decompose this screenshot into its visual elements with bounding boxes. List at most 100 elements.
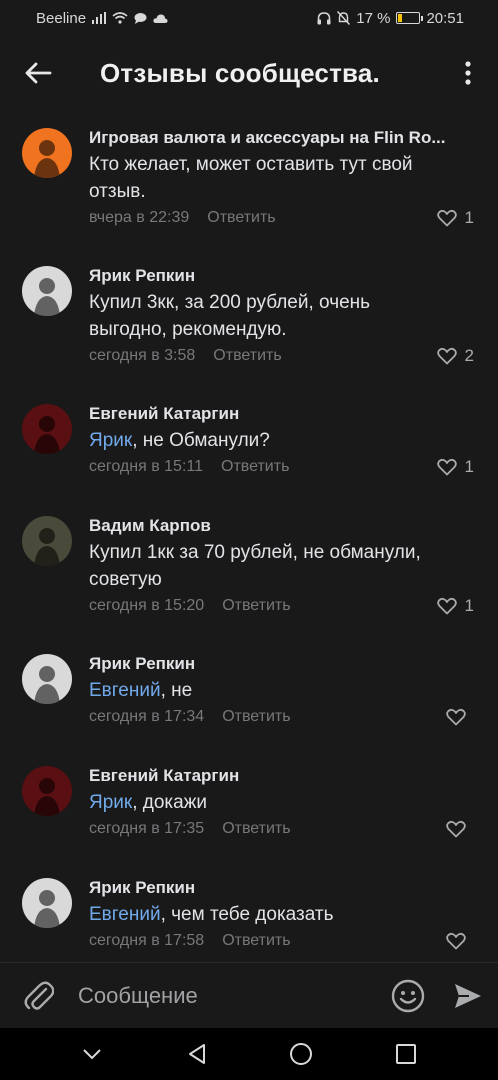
carrier-label: Beeline [36,9,87,27]
comment-timestamp: сегодня в 15:20 [89,597,205,614]
message-input[interactable] [78,982,378,1009]
comment-author[interactable]: Ярик Репкин [89,654,474,674]
app-header: Отзывы сообщества. [0,40,498,106]
reply-button[interactable]: Ответить [222,708,290,726]
system-nav-bar [0,1028,498,1080]
back-button[interactable] [0,40,76,106]
attach-button[interactable] [0,963,78,1029]
avatar[interactable] [22,766,72,816]
comment-text-content: , не [160,680,193,701]
comment-timestamp: сегодня в 17:58 [89,932,205,949]
like-button[interactable]: 2 [436,346,474,366]
comment-author[interactable]: Ярик Репкин [89,878,474,898]
comment-meta: сегодня в 15:20 Ответить 1 [89,596,474,616]
comment-text: Евгений, не [89,677,474,704]
heart-icon [436,597,457,615]
reply-button[interactable]: Ответить [222,820,290,838]
comment-text: Ярик, докажи [89,789,474,816]
paperclip-icon [24,981,54,1010]
comment-body: Ярик Репкин Евгений, чем тебе доказать сег… [89,864,474,976]
comment-text: Кто желает, может оставить тут свой отзы… [89,151,474,205]
comment-author[interactable]: Евгений Катаргин [89,766,474,786]
reply-button[interactable]: Ответить [221,458,289,476]
heart-icon [436,209,457,227]
bell-muted-icon [337,11,351,25]
comment-text: Купил 1кк за 70 рублей, не обманули, сов… [89,539,474,593]
home-circle-icon [290,1043,313,1065]
chevron-down-icon [83,1049,101,1060]
comment-meta: сегодня в 3:58 Ответить 2 [89,346,474,366]
comment-timestamp: сегодня в 15:11 [89,458,204,475]
comment-list: Игровая валюта и аксессуары на Flin Ro..… [0,114,498,976]
comment-author[interactable]: Игровая валюта и аксессуары на Flin Ro..… [89,128,474,148]
like-button[interactable]: 1 [436,596,474,616]
nav-recents-button[interactable] [380,1028,432,1080]
reply-button[interactable]: Ответить [222,932,290,950]
comment-text-content: Купил 3кк, за 200 рублей, очень выгодно,… [89,292,371,340]
comment-timestamp: сегодня в 3:58 [89,347,196,364]
emoji-button[interactable] [378,963,438,1029]
comment-author[interactable]: Евгений Катаргин [89,404,474,424]
comment-body: Евгений Катаргин Ярик, не Обманули? сегодн… [89,390,474,502]
battery-percent: 17 % [356,9,391,27]
page-title: Отзывы сообщества. [100,57,380,88]
comment-meta: сегодня в 17:34 Ответить [89,708,474,726]
cloud-icon [153,13,168,23]
comment-author[interactable]: Ярик Репкин [89,266,474,286]
avatar[interactable] [22,266,72,316]
nav-back-button[interactable] [171,1028,223,1080]
recents-square-icon [395,1044,416,1064]
heart-icon [446,708,466,726]
like-count: 1 [464,208,474,227]
send-button[interactable] [438,963,498,1029]
comment-item: Ярик Репкин Евгений, чем тебе доказать сег… [0,864,498,976]
reply-button[interactable]: Ответить [207,209,275,227]
avatar[interactable] [22,654,72,704]
comment-timestamp: вчера в 22:39 [89,209,190,226]
battery-icon [396,12,424,24]
arrow-left-icon [25,62,52,84]
avatar[interactable] [22,128,72,178]
comment-text-content: , чем тебе доказать [160,904,334,925]
reply-button[interactable]: Ответить [213,347,281,365]
comment-body: Игровая валюта и аксессуары на Flin Ro..… [89,114,474,252]
comment-text: Евгений, чем тебе доказать [89,901,474,928]
smile-icon [391,979,425,1012]
heart-icon [436,458,457,476]
comment-text-content: , не Обманули? [132,430,270,451]
nav-home-button[interactable] [275,1028,327,1080]
reply-button[interactable]: Ответить [222,597,290,615]
mention-link[interactable]: Евгений [89,680,161,701]
clock: 20:51 [426,9,464,27]
avatar[interactable] [22,878,72,928]
comment-meta: сегодня в 17:35 Ответить [89,820,474,838]
comment-text-content: , докажи [132,792,208,813]
mention-link[interactable]: Ярик [89,792,132,813]
comment-meta: вчера в 22:39 Ответить 1 [89,208,474,228]
like-button[interactable] [446,820,474,838]
comment-body: Ярик Репкин Купил 3кк, за 200 рублей, оче… [89,252,474,390]
comment-body: Евгений Катаргин Ярик, докажи сегодня в 17… [89,752,474,864]
like-button[interactable] [446,708,474,726]
comment-item: Евгений Катаргин Ярик, не Обманули? сегодн… [0,390,498,502]
heart-icon [436,347,457,365]
comment-body: Вадим Карпов Купил 1кк за 70 рублей, не о… [89,502,474,640]
comment-meta: сегодня в 15:11 Ответить 1 [89,457,474,477]
like-button[interactable]: 1 [436,457,474,477]
comment-text: Ярик, не Обманули? [89,427,474,454]
avatar[interactable] [22,516,72,566]
message-icon [134,13,147,24]
mention-link[interactable]: Евгений [89,904,161,925]
like-count: 2 [464,346,474,365]
nav-hide-button[interactable] [66,1028,118,1080]
like-button[interactable] [446,932,474,950]
avatar[interactable] [22,404,72,454]
signal-icon [92,12,107,24]
comment-item: Игровая валюта и аксессуары на Flin Ro..… [0,114,498,252]
mention-link[interactable]: Ярик [89,430,132,451]
more-options-button[interactable] [438,40,498,106]
comment-author[interactable]: Вадим Карпов [89,516,474,536]
wifi-icon [112,12,128,24]
like-button[interactable]: 1 [436,208,474,228]
like-count: 1 [464,596,474,615]
